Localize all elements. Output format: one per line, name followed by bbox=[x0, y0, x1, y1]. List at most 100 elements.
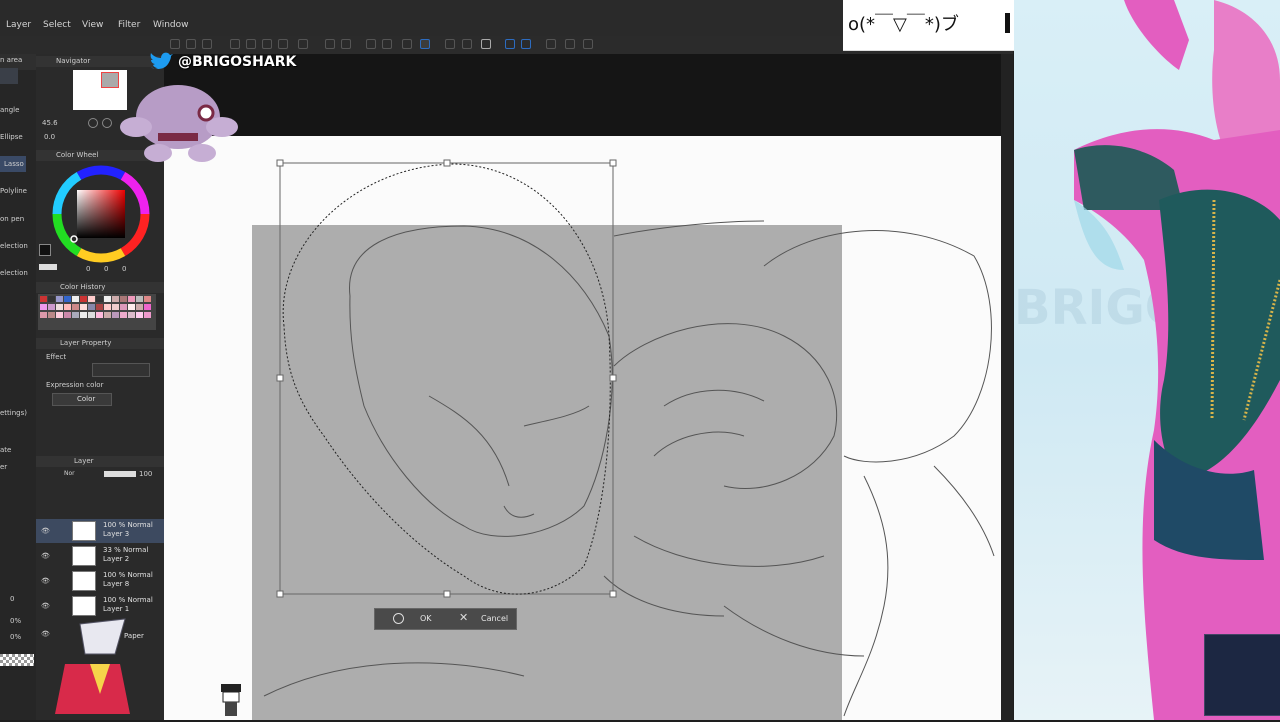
cancel-button[interactable]: ✕ Cancel bbox=[447, 609, 517, 629]
eye-icon[interactable]: 👁 bbox=[41, 527, 50, 535]
help-icon[interactable] bbox=[583, 39, 593, 49]
angle-value[interactable]: 0.0 bbox=[44, 133, 55, 141]
tool-selection-eraser[interactable]: election bbox=[0, 269, 28, 277]
snap-grid-icon[interactable] bbox=[462, 39, 472, 49]
expression-color-select[interactable]: Color bbox=[52, 393, 112, 406]
color-history-header: Color History bbox=[36, 282, 164, 293]
cancel-label: Cancel bbox=[481, 614, 509, 623]
color-value-r[interactable]: 0 bbox=[86, 265, 90, 273]
loading-icon[interactable] bbox=[366, 39, 376, 49]
jester-sticker bbox=[1204, 634, 1280, 716]
layer-property-header: Layer Property bbox=[36, 338, 164, 349]
effect-buttons[interactable] bbox=[92, 363, 150, 377]
menu-bar: Layer Select View Filter Window bbox=[0, 0, 843, 36]
layer-name: Layer 2 bbox=[103, 555, 130, 563]
layer-panel-title: Layer bbox=[74, 457, 94, 465]
fill-icon[interactable] bbox=[298, 39, 308, 49]
transparent-color-swatch[interactable] bbox=[39, 264, 57, 270]
expression-color-label: Expression color bbox=[46, 381, 104, 389]
tool-selected-bg bbox=[0, 68, 18, 84]
side-label-ate: ate bbox=[0, 446, 12, 454]
settings-icon[interactable] bbox=[565, 39, 575, 49]
layer-opacity-mode: 33 % Normal bbox=[103, 546, 149, 554]
twitter-bird-icon bbox=[150, 52, 173, 69]
layer-name: Layer 1 bbox=[103, 605, 130, 613]
effect-label: Effect bbox=[46, 353, 67, 361]
zoom-out-icon[interactable] bbox=[88, 118, 98, 128]
layer-header: Layer bbox=[36, 456, 164, 467]
eye-icon[interactable]: 👁 bbox=[41, 577, 50, 585]
tool-ellipse[interactable]: Ellipse bbox=[0, 133, 23, 141]
character-sprite bbox=[40, 614, 130, 720]
layer-row-1[interactable]: 👁 100 % Normal Layer 3 bbox=[36, 519, 164, 543]
tool-lasso[interactable]: Lasso bbox=[4, 160, 24, 168]
tool-rectangle[interactable]: angle bbox=[0, 106, 19, 114]
save-icon[interactable] bbox=[202, 39, 212, 49]
layer-opacity-mode: 100 % Normal bbox=[103, 596, 153, 604]
vtuber-character bbox=[1074, 0, 1280, 720]
expression-color-value: Color bbox=[77, 395, 96, 403]
navigator-viewport[interactable] bbox=[101, 72, 119, 88]
redo-icon[interactable] bbox=[341, 39, 351, 49]
color-value-b[interactable]: 0 bbox=[122, 265, 126, 273]
navigator-title: Navigator bbox=[56, 57, 91, 65]
layer-name: Layer 8 bbox=[103, 580, 130, 588]
side-value-1: 0 bbox=[10, 595, 15, 603]
perspective-icon[interactable] bbox=[521, 39, 531, 49]
sketch-lines bbox=[263, 159, 995, 717]
menu-window[interactable]: Window bbox=[153, 20, 189, 30]
vtuber-camera: BRIGOSHAR bbox=[1014, 0, 1280, 720]
tool-polyline[interactable]: Polyline bbox=[0, 187, 27, 195]
layer-name: Layer 3 bbox=[103, 530, 130, 538]
main-color-swatch[interactable] bbox=[39, 244, 51, 256]
cut-icon[interactable] bbox=[230, 39, 240, 49]
invert-selection-icon[interactable] bbox=[402, 39, 412, 49]
zoom-value[interactable]: 45.6 bbox=[42, 119, 58, 127]
ok-button[interactable]: OK bbox=[375, 609, 445, 629]
text-cursor bbox=[1005, 13, 1010, 33]
tool-strip: n area angle Ellipse Lasso Polyline on p… bbox=[0, 54, 37, 720]
tool-shrink-selection[interactable]: election bbox=[0, 242, 28, 250]
transparency-swatch[interactable] bbox=[0, 654, 34, 666]
check-icon bbox=[393, 613, 404, 624]
eye-icon[interactable]: 👁 bbox=[41, 552, 50, 560]
color-history-title: Color History bbox=[60, 283, 106, 291]
transform-confirm-bar: OK ✕ Cancel bbox=[374, 608, 517, 630]
mascot-avatar bbox=[118, 75, 240, 165]
zoom-in-icon[interactable] bbox=[102, 118, 112, 128]
layer-thumbnail bbox=[72, 546, 96, 566]
deselect-icon[interactable] bbox=[382, 39, 392, 49]
copy-icon[interactable] bbox=[246, 39, 256, 49]
menu-select[interactable]: Select bbox=[43, 20, 71, 30]
ok-label: OK bbox=[420, 614, 432, 623]
menu-filter[interactable]: Filter bbox=[118, 20, 140, 30]
frame-icon[interactable] bbox=[481, 39, 491, 49]
open-icon[interactable] bbox=[186, 39, 196, 49]
paste-icon[interactable] bbox=[262, 39, 272, 49]
color-wheel[interactable] bbox=[51, 164, 151, 264]
blend-mode-select[interactable]: Nor bbox=[64, 470, 75, 477]
opacity-value[interactable]: 100 bbox=[139, 470, 152, 478]
color-value-g[interactable]: 0 bbox=[104, 265, 108, 273]
opacity-slider[interactable] bbox=[104, 471, 136, 477]
tool-selection-pen[interactable]: on pen bbox=[0, 215, 24, 223]
transform-icon[interactable] bbox=[420, 39, 430, 49]
twitter-handle: @BRIGOSHARK bbox=[178, 54, 297, 70]
menu-view[interactable]: View bbox=[82, 20, 103, 30]
color-history-grid[interactable] bbox=[38, 294, 156, 330]
clear-icon[interactable] bbox=[278, 39, 288, 49]
eye-icon[interactable]: 👁 bbox=[41, 602, 50, 610]
snap-icon[interactable] bbox=[445, 39, 455, 49]
undo-icon[interactable] bbox=[325, 39, 335, 49]
layer-opacity-mode: 100 % Normal bbox=[103, 571, 153, 579]
vertical-scrollbar[interactable] bbox=[1001, 54, 1013, 720]
grid-icon[interactable] bbox=[546, 39, 556, 49]
layer-property-title: Layer Property bbox=[60, 339, 112, 347]
layer-row-2[interactable]: 👁 33 % Normal Layer 2 bbox=[36, 544, 164, 568]
layer-opacity-mode: 100 % Normal bbox=[103, 521, 153, 529]
new-icon[interactable] bbox=[170, 39, 180, 49]
menu-layer[interactable]: Layer bbox=[6, 20, 31, 30]
ruler-icon[interactable] bbox=[505, 39, 515, 49]
close-icon: ✕ bbox=[459, 611, 469, 624]
layer-row-3[interactable]: 👁 100 % Normal Layer 8 bbox=[36, 569, 164, 593]
